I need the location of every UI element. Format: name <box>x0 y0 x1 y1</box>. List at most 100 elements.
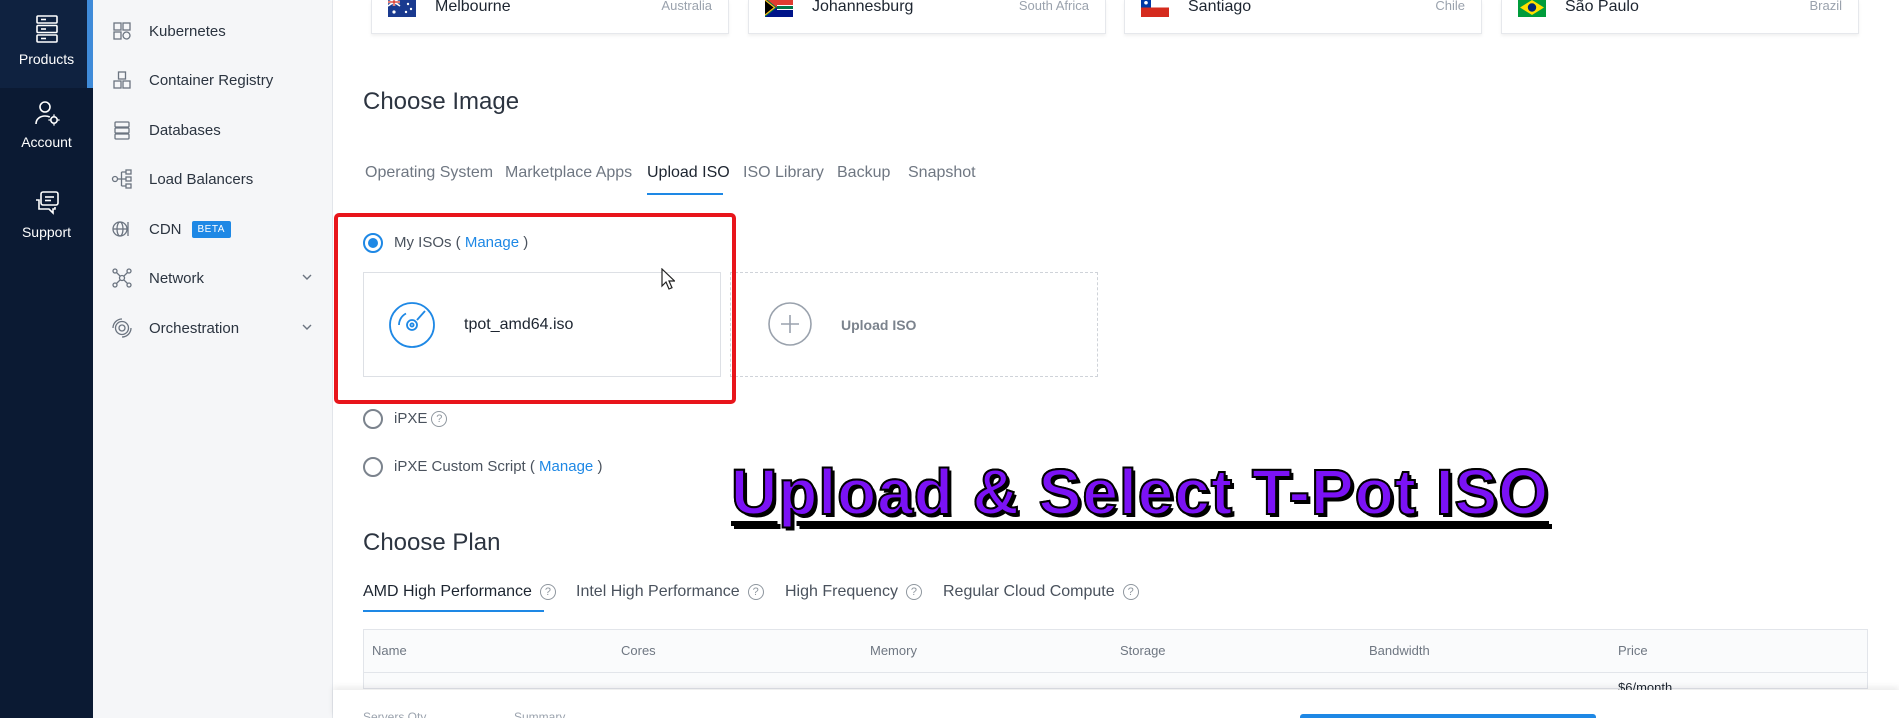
sidebar-item-orchestration[interactable]: Orchestration <box>93 308 333 348</box>
sidebar-item-label: Kubernetes <box>149 22 226 40</box>
sidebar-item-label: CDN <box>149 220 182 238</box>
database-icon <box>109 120 135 140</box>
column-header-price[interactable]: Price <box>1618 643 1648 658</box>
rail-item-label: Account <box>21 134 72 150</box>
location-city: São Paulo <box>1565 0 1639 15</box>
column-header-name[interactable]: Name <box>372 643 407 658</box>
annotation-highlight-box <box>334 213 736 404</box>
tab-high-frequency[interactable]: High Frequency? <box>785 583 922 601</box>
servers-qty-label: Servers Qty <box>363 710 427 718</box>
manage-scripts-link[interactable]: Manage <box>539 458 593 475</box>
choose-image-title: Choose Image <box>363 88 520 115</box>
user-gear-icon <box>34 101 59 126</box>
ipxe-label-row: iPXE ? <box>394 410 448 427</box>
sidebar-item-load-balancers[interactable]: Load Balancers <box>93 159 333 199</box>
column-header-cores[interactable]: Cores <box>621 643 656 658</box>
location-city: Johannesburg <box>812 0 914 15</box>
deploy-now-button[interactable] <box>1300 714 1596 718</box>
column-header-storage[interactable]: Storage <box>1120 643 1166 658</box>
sidebar-item-label: Network <box>149 269 205 287</box>
tab-marketplace-apps[interactable]: Marketplace Apps <box>505 164 632 182</box>
beta-badge: BETA <box>191 220 231 238</box>
products-sidebar: Kubernetes Container Registry Databases … <box>93 0 333 718</box>
help-icon[interactable]: ? <box>431 410 448 427</box>
location-city: Santiago <box>1188 0 1252 15</box>
rail-item-account[interactable]: Account <box>0 99 93 169</box>
tab-label: Regular Cloud Compute <box>943 583 1115 600</box>
tab-snapshot[interactable]: Snapshot <box>908 164 976 182</box>
tab-regular-cloud-compute[interactable]: Regular Cloud Compute? <box>943 583 1139 601</box>
load-balancer-icon <box>109 169 135 189</box>
column-header-bandwidth[interactable]: Bandwidth <box>1369 643 1430 658</box>
australia-flag-icon <box>388 0 416 17</box>
location-city: Melbourne <box>435 0 511 15</box>
server-stack-icon <box>35 15 58 43</box>
video-overlay-caption: Upload & Select T-Pot ISO <box>730 455 1549 529</box>
deploy-footer: Servers Qty Summary <box>333 690 1899 718</box>
sidebar-item-network[interactable]: Network <box>93 258 333 298</box>
choose-plan-title: Choose Plan <box>363 529 501 556</box>
chat-icon <box>35 191 59 215</box>
upload-iso-label: Upload ISO <box>841 317 917 333</box>
chevron-down-icon[interactable] <box>301 321 313 333</box>
location-card-johannesburg[interactable]: Johannesburg South Africa <box>748 0 1106 34</box>
location-country: Australia <box>661 0 712 13</box>
upload-iso-card[interactable]: Upload ISO <box>730 272 1098 377</box>
south-africa-flag-icon <box>765 0 793 17</box>
help-icon[interactable]: ? <box>905 584 922 600</box>
kubernetes-icon <box>109 21 135 41</box>
mouse-cursor-icon <box>661 268 675 290</box>
orchestration-icon <box>109 317 135 339</box>
tab-label: Intel High Performance <box>576 583 740 600</box>
ipxe-custom-label-row: iPXE Custom Script ( Manage ) <box>394 458 602 475</box>
table-divider <box>364 672 1867 673</box>
close-paren: ) <box>597 458 603 475</box>
tab-operating-system[interactable]: Operating System <box>365 164 493 182</box>
sidebar-item-label: Orchestration <box>149 319 240 337</box>
chile-flag-icon <box>1141 0 1169 17</box>
rail-item-products[interactable]: Products <box>0 0 93 88</box>
rail-item-label: Products <box>18 51 75 67</box>
tab-label: AMD High Performance <box>363 583 532 600</box>
sidebar-item-databases[interactable]: Databases <box>93 110 333 150</box>
primary-nav-rail: Products Account Support <box>0 0 93 718</box>
help-icon[interactable]: ? <box>747 584 764 600</box>
tab-amd-high-performance[interactable]: AMD High Performance? <box>363 583 556 601</box>
sidebar-item-cdn[interactable]: CDN BETA <box>93 209 333 249</box>
sidebar-item-label: Databases <box>149 121 221 139</box>
location-card-melbourne[interactable]: Melbourne Australia <box>371 0 729 34</box>
sidebar-item-kubernetes[interactable]: Kubernetes <box>93 11 333 51</box>
help-icon[interactable]: ? <box>1122 584 1139 600</box>
container-registry-icon <box>109 70 135 90</box>
tab-upload-iso[interactable]: Upload ISO <box>647 164 730 182</box>
help-icon[interactable]: ? <box>539 584 556 600</box>
location-card-santiago[interactable]: Santiago Chile <box>1124 0 1482 34</box>
tab-label: High Frequency <box>785 583 898 600</box>
ipxe-custom-label: iPXE Custom Script ( <box>394 458 535 475</box>
location-country: Brazil <box>1809 0 1842 13</box>
location-country: South Africa <box>1018 0 1089 13</box>
rail-item-support[interactable]: Support <box>0 189 93 259</box>
column-header-memory[interactable]: Memory <box>870 643 917 658</box>
active-plan-tab-indicator <box>363 610 544 612</box>
summary-label: Summary <box>514 710 566 718</box>
network-icon <box>109 268 135 288</box>
tab-intel-high-performance[interactable]: Intel High Performance? <box>576 583 764 601</box>
sidebar-item-label: Load Balancers <box>149 170 254 188</box>
chevron-down-icon[interactable] <box>301 271 313 283</box>
cdn-icon <box>109 218 135 240</box>
sidebar-item-label: Container Registry <box>149 71 274 89</box>
rail-item-label: Support <box>21 224 72 240</box>
ipxe-radio[interactable] <box>363 409 383 429</box>
location-card-sao-paulo[interactable]: São Paulo Brazil <box>1501 0 1859 34</box>
ipxe-custom-script-radio[interactable] <box>363 457 383 477</box>
tab-backup[interactable]: Backup <box>837 164 890 182</box>
tab-iso-library[interactable]: ISO Library <box>743 164 824 182</box>
location-country: Chile <box>1435 0 1465 13</box>
active-tab-indicator <box>647 193 723 195</box>
brazil-flag-icon <box>1518 0 1546 17</box>
plus-circle-icon <box>768 302 812 346</box>
plan-table: Name Cores Memory Storage Bandwidth Pric… <box>363 629 1868 695</box>
ipxe-label: iPXE <box>394 410 428 427</box>
sidebar-item-container-registry[interactable]: Container Registry <box>93 60 333 100</box>
